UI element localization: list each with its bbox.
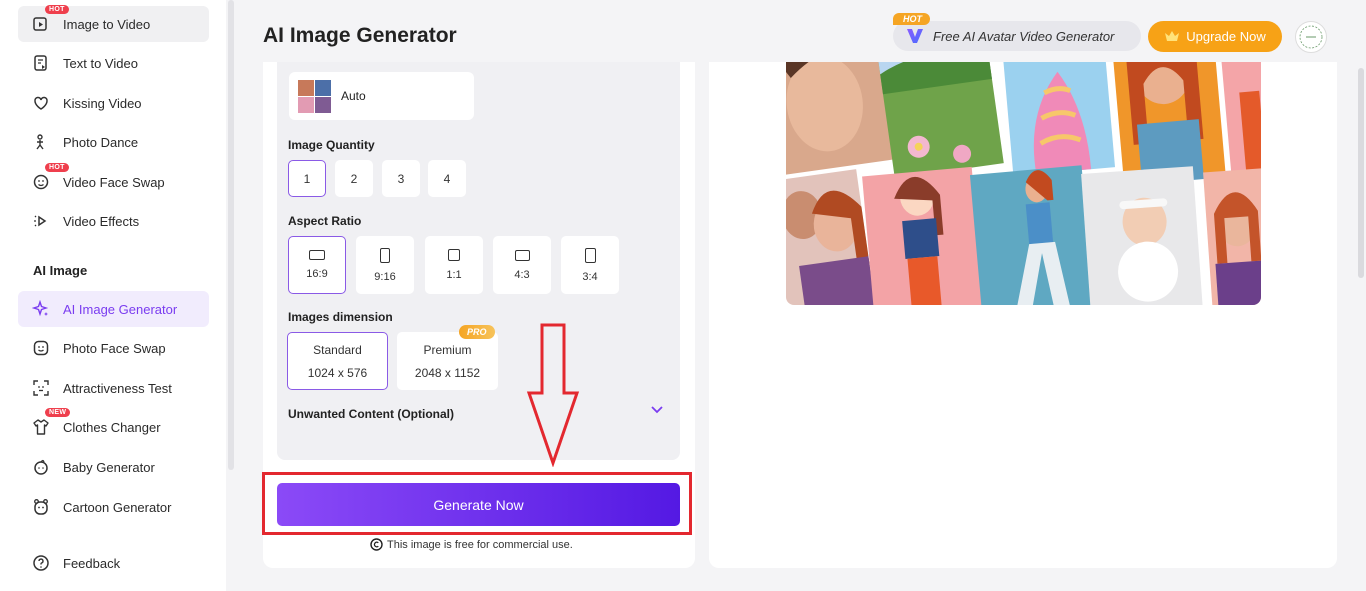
- new-badge: NEW: [45, 408, 71, 417]
- sidebar-item-image-to-video[interactable]: Image to Video HOT: [18, 5, 209, 42]
- sidebar-item-label: Feedback: [63, 555, 121, 571]
- sidebar-item-clothes-changer[interactable]: Clothes Changer NEW: [18, 408, 209, 445]
- sidebar-item-label: Clothes Changer: [63, 419, 161, 435]
- collage-illustration: [786, 62, 1261, 305]
- sidebar-item-kissing-video[interactable]: Kissing Video: [18, 85, 209, 121]
- face-scan-icon: [32, 379, 50, 397]
- landscape-ratio-icon: [309, 250, 325, 260]
- dimension-size: 2048 x 1152: [414, 365, 481, 380]
- sidebar-item-attractiveness-test[interactable]: Attractiveness Test: [18, 370, 209, 406]
- page-title: AI Image Generator: [263, 24, 457, 47]
- sidebar-item-label: Kissing Video: [63, 95, 142, 111]
- hot-badge: HOT: [45, 163, 69, 172]
- sidebar-scrollbar[interactable]: [228, 0, 234, 470]
- baby-icon: [32, 458, 50, 476]
- images-dimension-label: Images dimension: [288, 310, 393, 324]
- commercial-note-text: This image is free for commercial use.: [387, 538, 573, 551]
- sidebar-item-video-effects[interactable]: Video Effects: [18, 203, 209, 239]
- ratio-option-9-16[interactable]: 9:16: [356, 236, 414, 294]
- avatar-logo-icon: [1299, 25, 1323, 49]
- page-scrollbar[interactable]: [1358, 68, 1364, 278]
- ratio-label: 4:3: [514, 268, 530, 281]
- sidebar-item-label: Image to Video: [63, 16, 151, 32]
- sidebar: Image to Video HOT Text to Video Kissing…: [0, 0, 226, 591]
- model-select-value: Auto: [341, 89, 366, 103]
- sidebar-item-cartoon-generator[interactable]: Cartoon Generator: [18, 489, 209, 525]
- upgrade-label: Upgrade Now: [1186, 29, 1266, 44]
- unwanted-content-toggle[interactable]: Unwanted Content (Optional): [288, 407, 454, 421]
- quantity-option-1[interactable]: 1: [288, 160, 326, 197]
- effects-icon: [32, 212, 50, 230]
- annotation-arrow: [526, 323, 580, 467]
- ratio-label: 16:9: [306, 268, 328, 280]
- sidebar-item-label: Photo Dance: [63, 134, 139, 150]
- portrait-ratio-icon: [584, 247, 596, 263]
- chevron-down-icon[interactable]: [650, 404, 664, 414]
- quantity-option-3[interactable]: 3: [382, 160, 420, 197]
- model-thumbnail: [298, 79, 331, 113]
- avatar-video-promo[interactable]: Free AI Avatar Video Generator: [893, 21, 1141, 51]
- help-icon: [32, 554, 50, 572]
- hot-tag: HOT: [893, 13, 930, 25]
- quantity-option-2[interactable]: 2: [335, 160, 373, 197]
- ratio-option-1-1[interactable]: 1:1: [425, 236, 483, 294]
- dimension-option-premium[interactable]: Premium 2048 x 1152: [397, 332, 498, 390]
- image-quantity-label: Image Quantity: [288, 138, 375, 152]
- dimension-size: 1024 x 576: [307, 365, 368, 380]
- dimension-name: Premium: [423, 342, 472, 357]
- dimension-option-standard[interactable]: Standard 1024 x 576: [287, 332, 388, 390]
- sidebar-item-label: AI Image Generator: [63, 301, 178, 317]
- shirt-icon: [32, 418, 50, 436]
- sidebar-item-label: Baby Generator: [63, 459, 155, 475]
- sidebar-item-photo-face-swap[interactable]: Photo Face Swap: [18, 330, 209, 366]
- sidebar-item-label: Video Effects: [63, 213, 140, 229]
- face-swap-icon: [32, 173, 50, 191]
- square-ratio-icon: [448, 249, 460, 261]
- sidebar-item-label: Cartoon Generator: [63, 499, 172, 515]
- ratio-label: 1:1: [446, 269, 462, 281]
- dance-icon: [32, 133, 50, 151]
- promo-text: Free AI Avatar Video Generator: [933, 28, 1115, 44]
- portrait-ratio-icon: [380, 247, 390, 263]
- crown-icon: [1165, 31, 1180, 41]
- ratio-option-3-4[interactable]: 3:4: [561, 236, 619, 294]
- sidebar-item-label: Video Face Swap: [63, 174, 165, 190]
- ratio-label: 3:4: [582, 270, 598, 283]
- sparkle-icon: [32, 300, 50, 318]
- sidebar-item-baby-generator[interactable]: Baby Generator: [18, 449, 209, 485]
- text-video-icon: [32, 54, 50, 72]
- sidebar-item-label: Text to Video: [63, 55, 138, 71]
- ratio-label: 9:16: [374, 270, 396, 283]
- heart-icon: [32, 94, 50, 112]
- sidebar-item-feedback[interactable]: Feedback: [18, 545, 209, 581]
- commercial-use-note: This image is free for commercial use.: [370, 538, 573, 551]
- sidebar-item-label: Attractiveness Test: [63, 380, 172, 396]
- generate-now-button[interactable]: Generate Now: [277, 483, 680, 526]
- sidebar-item-label: Photo Face Swap: [63, 340, 166, 356]
- sidebar-item-photo-dance[interactable]: Photo Dance: [18, 124, 209, 160]
- quantity-option-4[interactable]: 4: [428, 160, 466, 197]
- dimension-name: Standard: [313, 342, 362, 357]
- ratio-option-16-9[interactable]: 16:9: [288, 236, 346, 294]
- upgrade-button[interactable]: Upgrade Now: [1148, 21, 1282, 52]
- face-icon: [32, 339, 50, 357]
- sidebar-item-video-face-swap[interactable]: Video Face Swap HOT: [18, 163, 209, 200]
- pro-badge: PRO: [459, 325, 495, 339]
- sample-collage-image: [786, 62, 1261, 305]
- landscape-ratio-icon: [514, 249, 530, 261]
- aspect-ratio-label: Aspect Ratio: [288, 214, 362, 228]
- hot-badge: HOT: [45, 5, 69, 14]
- copyright-icon: [370, 538, 383, 551]
- cartoon-icon: [32, 498, 50, 516]
- v-logo-icon: [907, 29, 923, 43]
- sidebar-item-text-to-video[interactable]: Text to Video: [18, 45, 209, 81]
- section-title-ai-image: AI Image: [33, 263, 88, 278]
- avatar[interactable]: [1295, 21, 1327, 53]
- ratio-option-4-3[interactable]: 4:3: [493, 236, 551, 294]
- sidebar-item-ai-image-generator[interactable]: AI Image Generator: [18, 291, 209, 327]
- image-video-icon: [32, 15, 50, 33]
- model-select[interactable]: Auto: [289, 72, 749, 120]
